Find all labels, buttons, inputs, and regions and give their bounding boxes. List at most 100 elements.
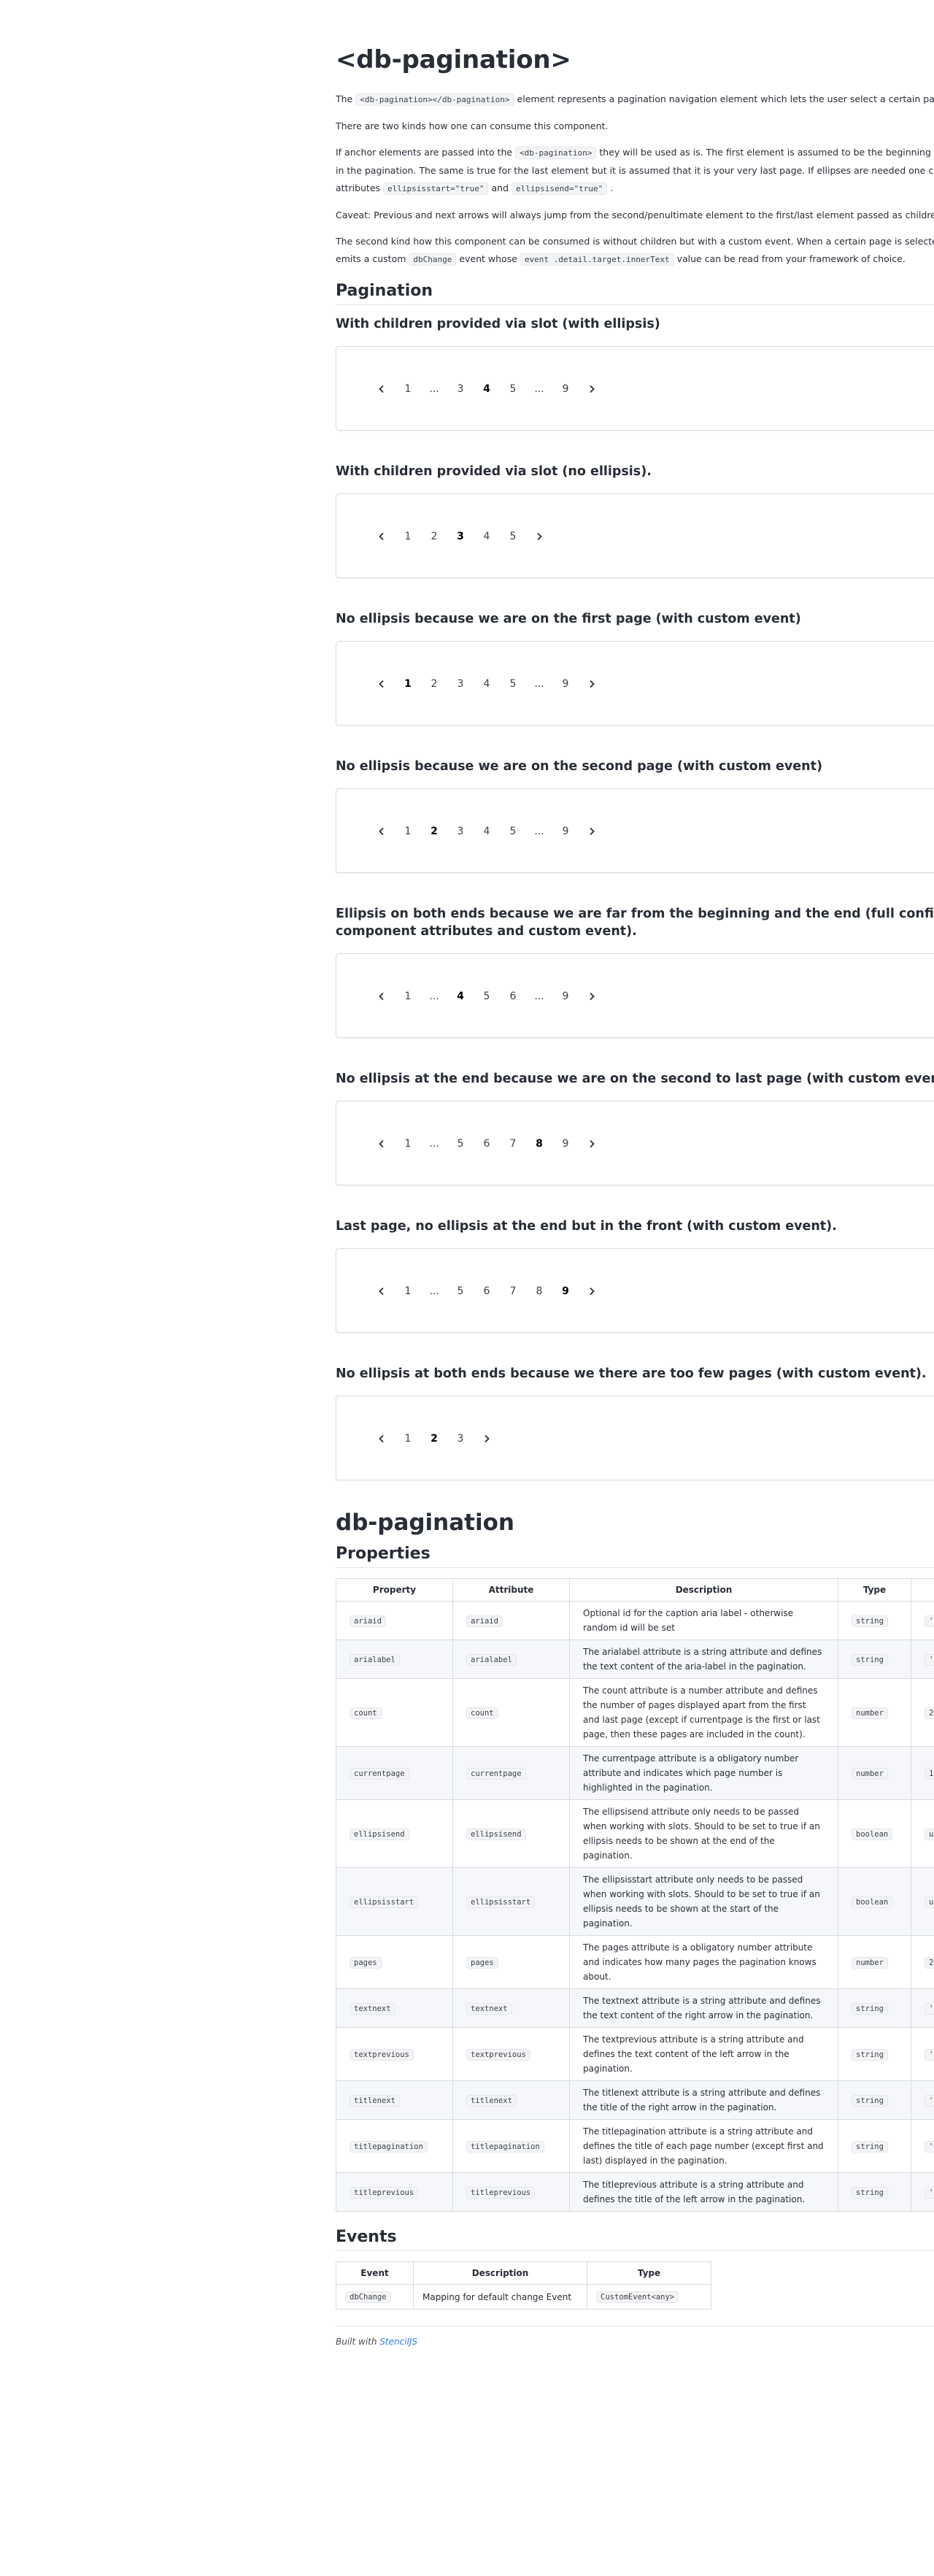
cell-property: ellipsisstart [350,1896,419,1908]
pagination-current-page[interactable]: 2 [421,826,447,837]
pagination-page-link[interactable]: 6 [474,1285,500,1297]
chevron-left-icon[interactable] [368,1135,395,1153]
pagination-page-link[interactable]: 1 [395,826,421,837]
chevron-right-icon[interactable] [579,1283,605,1300]
cell-type: number [852,1956,888,1969]
cell-attribute: ariaid [466,1615,503,1627]
pagination-page-link[interactable]: 1 [395,991,421,1002]
pagination-current-page[interactable]: 4 [474,383,500,395]
table-row: ariaid ariaid Optional id for the caption … [336,1601,934,1640]
cell-default: 'P [925,2048,934,2061]
example-title-line-2: component attributes and custom event). [336,924,637,939]
example-title: With children provided via slot (with el… [336,317,660,331]
pagination-ellipsis: ... [429,383,439,395]
pagination-ellipsis: ... [429,991,439,1002]
cell-type: string [852,2186,888,2199]
pagination-current-page[interactable]: 3 [447,531,474,542]
pagination: 1... 3 4 5... 9 [368,380,605,398]
pagination-demo: 1... 5 6 7 8 9 [336,1101,934,1185]
pagination-page-link[interactable]: 7 [500,1138,526,1150]
pagination-page-link[interactable]: 1 [395,1433,421,1445]
pagination-current-page[interactable]: 1 [395,678,421,690]
events-table: Event Description Type dbChange Mapping for… [336,2261,711,2310]
cell-attribute: currentpage [466,1767,526,1780]
pagination-ellipsis: ... [429,1138,439,1150]
pagination-page-link[interactable]: 9 [552,826,579,837]
pagination-page-link[interactable]: 9 [552,991,579,1002]
pagination-page-link[interactable]: 1 [395,383,421,395]
pagination-page-link[interactable]: 5 [500,678,526,690]
cell-attribute: ellipsisstart [466,1896,536,1908]
chevron-left-icon[interactable] [368,1283,395,1300]
pagination-page-link[interactable]: 3 [447,678,474,690]
cell-description: The count attribute is a number attribut… [569,1678,838,1747]
pagination-page-link[interactable]: 8 [526,1285,552,1297]
intro-paragraph-5-line-2: emits a custom dbChange event whose even… [336,253,906,266]
chevron-left-icon[interactable] [368,528,395,545]
events-title: Events [336,2228,934,2251]
pagination-page-link[interactable]: 9 [552,678,579,690]
pagination-page-link[interactable]: 6 [500,991,526,1002]
page-title: <db-pagination> [336,45,571,74]
pagination-current-page[interactable]: 2 [421,1433,447,1445]
pagination-page-link[interactable]: 2 [421,678,447,690]
table-row: pages pages The pages attribute is a oblig… [336,1935,934,1989]
cell-event: dbChange [345,2291,391,2303]
pagination-page-link[interactable]: 4 [474,826,500,837]
pagination-page-link[interactable]: 3 [447,826,474,837]
table-row: arialabel arialabel The arialabel attribut… [336,1639,934,1679]
chevron-left-icon[interactable] [368,675,395,693]
pagination-ellipsis: ... [534,383,544,395]
chevron-right-icon[interactable] [526,528,552,545]
pagination-page-link[interactable]: 3 [447,1433,474,1445]
chevron-left-icon[interactable] [368,1430,395,1447]
pagination-page-link[interactable]: 9 [552,1138,579,1150]
chevron-right-icon[interactable] [474,1430,500,1447]
chevron-right-icon[interactable] [579,988,605,1005]
cell-type: string [852,1615,888,1627]
pagination-demo: 1 2 3 4 5... 9 [336,788,934,873]
cell-attribute: pages [466,1956,498,1969]
column-header: Type [838,1578,911,1602]
pagination-page-link[interactable]: 1 [395,1138,421,1150]
cell-default: 'G [925,2094,934,2107]
pagination-page-link[interactable]: 4 [474,531,500,542]
pagination-page-link[interactable]: 5 [500,826,526,837]
pagination-page-link[interactable]: 5 [500,531,526,542]
pagination-current-page[interactable]: 9 [552,1285,579,1297]
intro-paragraph-4: Caveat: Previous and next arrows will al… [336,209,934,220]
pagination-page-link[interactable]: 7 [500,1285,526,1297]
cell-default: 'P [925,1653,934,1666]
pagination-page-link[interactable]: 5 [447,1138,474,1150]
chevron-right-icon[interactable] [579,675,605,693]
cell-description: The textprevious attribute is a string a… [569,2027,838,2081]
chevron-right-icon[interactable] [579,823,605,840]
cell-attribute: textprevious [466,2048,530,2061]
pagination-page-link[interactable]: 5 [500,383,526,395]
pagination-page-link[interactable]: 5 [447,1285,474,1297]
pagination-current-page[interactable]: 4 [447,991,474,1002]
pagination-page-link[interactable]: 5 [474,991,500,1002]
cell-property: titleprevious [350,2186,419,2199]
chevron-right-icon[interactable] [579,380,605,398]
chevron-left-icon[interactable] [368,823,395,840]
cell-property: textprevious [350,2048,414,2061]
cell-property: ariaid [350,1615,386,1627]
pagination-page-link[interactable]: 4 [474,678,500,690]
column-header: Attribute [452,1578,570,1602]
cell-default: 1 [925,1767,934,1780]
pagination-page-link[interactable]: 3 [447,383,474,395]
pagination-current-page[interactable]: 8 [526,1138,552,1150]
pagination-page-link[interactable]: 1 [395,1285,421,1297]
stenciljs-link[interactable]: StencilJS [379,2337,417,2347]
pagination-page-link[interactable]: 6 [474,1138,500,1150]
pagination-page-link[interactable]: 1 [395,531,421,542]
pagination-page-link[interactable]: 2 [421,531,447,542]
cell-attribute: arialabel [466,1653,517,1666]
cell-attribute: titlepagination [466,2140,544,2153]
page: <db-pagination> The <db-pagination></db-… [0,0,934,2576]
chevron-left-icon[interactable] [368,988,395,1005]
chevron-left-icon[interactable] [368,380,395,398]
pagination-page-link[interactable]: 9 [552,383,579,395]
chevron-right-icon[interactable] [579,1135,605,1153]
